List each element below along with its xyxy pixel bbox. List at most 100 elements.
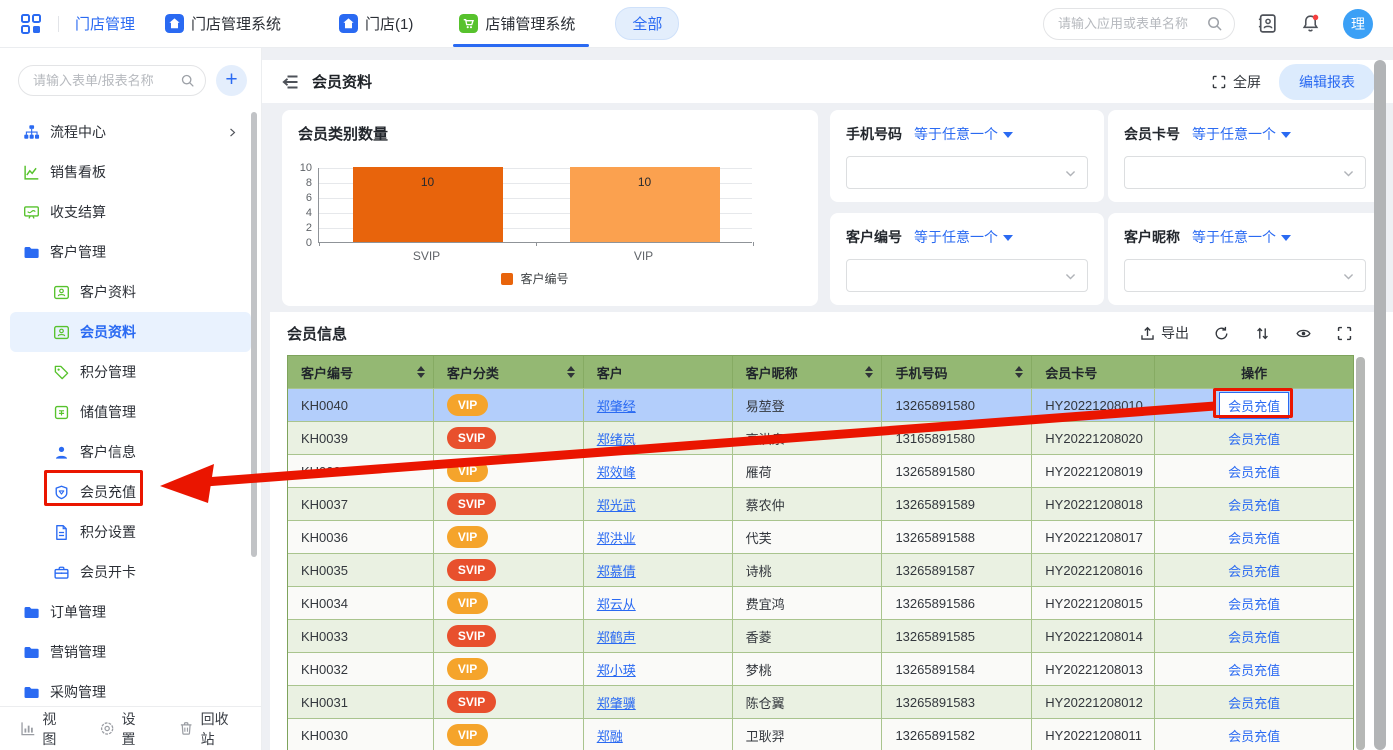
edit-report-button[interactable]: 编辑报表 [1279,64,1375,100]
sidebar-item-收支结算[interactable]: 收支结算 [10,192,251,232]
sidebar-item-积分设置[interactable]: 积分设置 [10,512,251,552]
visibility-button[interactable] [1295,325,1312,342]
chevron-down-icon [1064,270,1077,283]
nickname: 诗桃 [746,561,772,580]
customer-link[interactable]: 郑洪业 [597,528,636,547]
table-row[interactable]: KH0032VIP郑小瑛梦桃13265891584HY20221208013会员… [288,652,1353,685]
apps-grid-icon[interactable] [20,13,42,35]
export-button[interactable]: 导出 [1139,323,1189,343]
filter-value-select[interactable] [846,156,1088,189]
recharge-action-link[interactable]: 会员充值 [1228,429,1280,448]
sidebar-item-采购管理[interactable]: 采购管理 [10,672,251,706]
table-row[interactable]: KH0030VIP郑融卫耿羿13265891582HY20221208011会员… [288,718,1353,750]
table-row[interactable]: KH0039SVIP郑绪岚高洪泉13165891580HY20221208020… [288,421,1353,454]
sidebar-scrollbar[interactable] [251,112,257,557]
customer-link[interactable]: 郑绪岚 [597,429,636,448]
customer-link[interactable]: 郑肇骥 [597,693,636,712]
sidebar-item-会员资料[interactable]: 会员资料 [10,312,251,352]
bell-icon[interactable] [1300,13,1321,34]
collapse-panel-icon[interactable] [280,72,300,92]
sort-arrows-icon[interactable] [417,366,425,378]
sidebar-item-客户信息[interactable]: 客户信息 [10,432,251,472]
sidebar-item-客户管理[interactable]: 客户管理 [10,232,251,272]
filter-value-select[interactable] [1124,156,1366,189]
footer-视图[interactable]: 视图 [20,709,69,749]
table-row[interactable]: KH0036VIP郑洪业代芙13265891588HY20221208017会员… [288,520,1353,553]
column-header-客户[interactable]: 客户 [584,356,733,388]
fullscreen-button[interactable]: 全屏 [1211,72,1261,92]
recharge-action-link[interactable]: 会员充值 [1228,528,1280,547]
filter-value-select[interactable] [846,259,1088,292]
sidebar-item-销售看板[interactable]: 销售看板 [10,152,251,192]
recharge-action-link[interactable]: 会员充值 [1228,693,1280,712]
sidebar-item-流程中心[interactable]: 流程中心 [10,112,251,152]
sidebar-item-营销管理[interactable]: 营销管理 [10,632,251,672]
customer-link[interactable]: 郑光武 [597,495,636,514]
table-row[interactable]: KH0031SVIP郑肇骥陈仓翼13265891583HY20221208012… [288,685,1353,718]
column-header-会员卡号[interactable]: 会员卡号 [1032,356,1155,388]
customer-link[interactable]: 郑效峰 [597,462,636,481]
table-row[interactable]: KH0037SVIP郑光武蔡农仲13265891589HY20221208018… [288,487,1353,520]
column-header-客户编号[interactable]: 客户编号 [288,356,434,388]
page-scrollbar[interactable] [1374,60,1386,750]
sidebar-item-会员开卡[interactable]: 会员开卡 [10,552,251,592]
sort-button[interactable] [1254,325,1271,342]
column-header-手机号码[interactable]: 手机号码 [882,356,1032,388]
sidebar-item-会员充值[interactable]: 会员充值 [10,472,251,512]
column-header-客户分类[interactable]: 客户分类 [434,356,584,388]
all-button[interactable]: 全部 [615,7,679,40]
recharge-action-link[interactable]: 会员充值 [1228,627,1280,646]
nickname: 雁荷 [746,462,772,481]
customer-link[interactable]: 郑融 [597,726,623,745]
sidebar-item-订单管理[interactable]: 订单管理 [10,592,251,632]
filter-operator-dropdown[interactable]: 等于任意一个 [914,227,1013,247]
search-icon[interactable] [1206,15,1223,32]
recharge-action-link[interactable]: 会员充值 [1228,594,1280,613]
footer-回收站[interactable]: 回收站 [178,709,241,749]
recharge-action-button[interactable]: 会员充值 [1219,392,1289,419]
filter-operator-dropdown[interactable]: 等于任意一个 [1192,227,1291,247]
filter-operator-dropdown[interactable]: 等于任意一个 [914,124,1013,144]
sidebar-item-储值管理[interactable]: 储值管理 [10,392,251,432]
tab-门店(1)[interactable]: 门店(1) [339,0,413,47]
column-header-客户昵称[interactable]: 客户昵称 [733,356,883,388]
recharge-action-link[interactable]: 会员充值 [1228,726,1280,745]
table-row[interactable]: KH0033SVIP郑鹤声香菱13265891585HY20221208014会… [288,619,1353,652]
recharge-action-link[interactable]: 会员充值 [1228,462,1280,481]
tab-门店管理系统[interactable]: 门店管理系统 [165,0,281,47]
customer-link[interactable]: 郑鹤声 [597,627,636,646]
customer-link[interactable]: 郑肇经 [597,396,636,415]
sort-arrows-icon[interactable] [1015,366,1023,378]
recharge-action-link[interactable]: 会员充值 [1228,561,1280,580]
customer-link[interactable]: 郑慕倩 [597,561,636,580]
sidebar-item-客户资料[interactable]: 客户资料 [10,272,251,312]
contacts-icon[interactable] [1257,13,1278,34]
avatar[interactable]: 理 [1343,9,1373,39]
sort-arrows-icon[interactable] [865,366,873,378]
footer-设置[interactable]: 设置 [99,709,148,749]
sort-arrows-icon[interactable] [567,366,575,378]
form-search-input[interactable] [18,65,206,96]
search-icon[interactable] [180,73,195,88]
table-row[interactable]: KH0035SVIP郑慕倩诗桃13265891587HY20221208016会… [288,553,1353,586]
home-link[interactable]: 门店管理 [75,13,135,34]
table-scrollbar[interactable] [1356,357,1365,750]
tab-店铺管理系统[interactable]: 店铺管理系统 [459,0,575,47]
customer-link[interactable]: 郑小瑛 [597,660,636,679]
refresh-button[interactable] [1213,325,1230,342]
filter-card-客户昵称: 客户昵称等于任意一个 [1108,213,1382,305]
table-row[interactable]: KH0034VIP郑云从费宜鸿13265891586HY20221208015会… [288,586,1353,619]
sidebar-item-积分管理[interactable]: 积分管理 [10,352,251,392]
add-button[interactable]: + [216,65,247,96]
customer-id: KH0035 [301,563,348,578]
member-card-number: HY20221208010 [1045,398,1143,413]
column-header-操作[interactable]: 操作 [1155,356,1353,388]
filter-operator-dropdown[interactable]: 等于任意一个 [1192,124,1291,144]
recharge-action-link[interactable]: 会员充值 [1228,495,1280,514]
table-fullscreen-button[interactable] [1336,325,1353,342]
filter-value-select[interactable] [1124,259,1366,292]
table-row[interactable]: KH0038VIP郑效峰雁荷13265891580HY20221208019会员… [288,454,1353,487]
table-row[interactable]: KH0040VIP郑肇经易堃登13265891580HY20221208010会… [288,388,1353,421]
customer-link[interactable]: 郑云从 [597,594,636,613]
recharge-action-link[interactable]: 会员充值 [1228,660,1280,679]
